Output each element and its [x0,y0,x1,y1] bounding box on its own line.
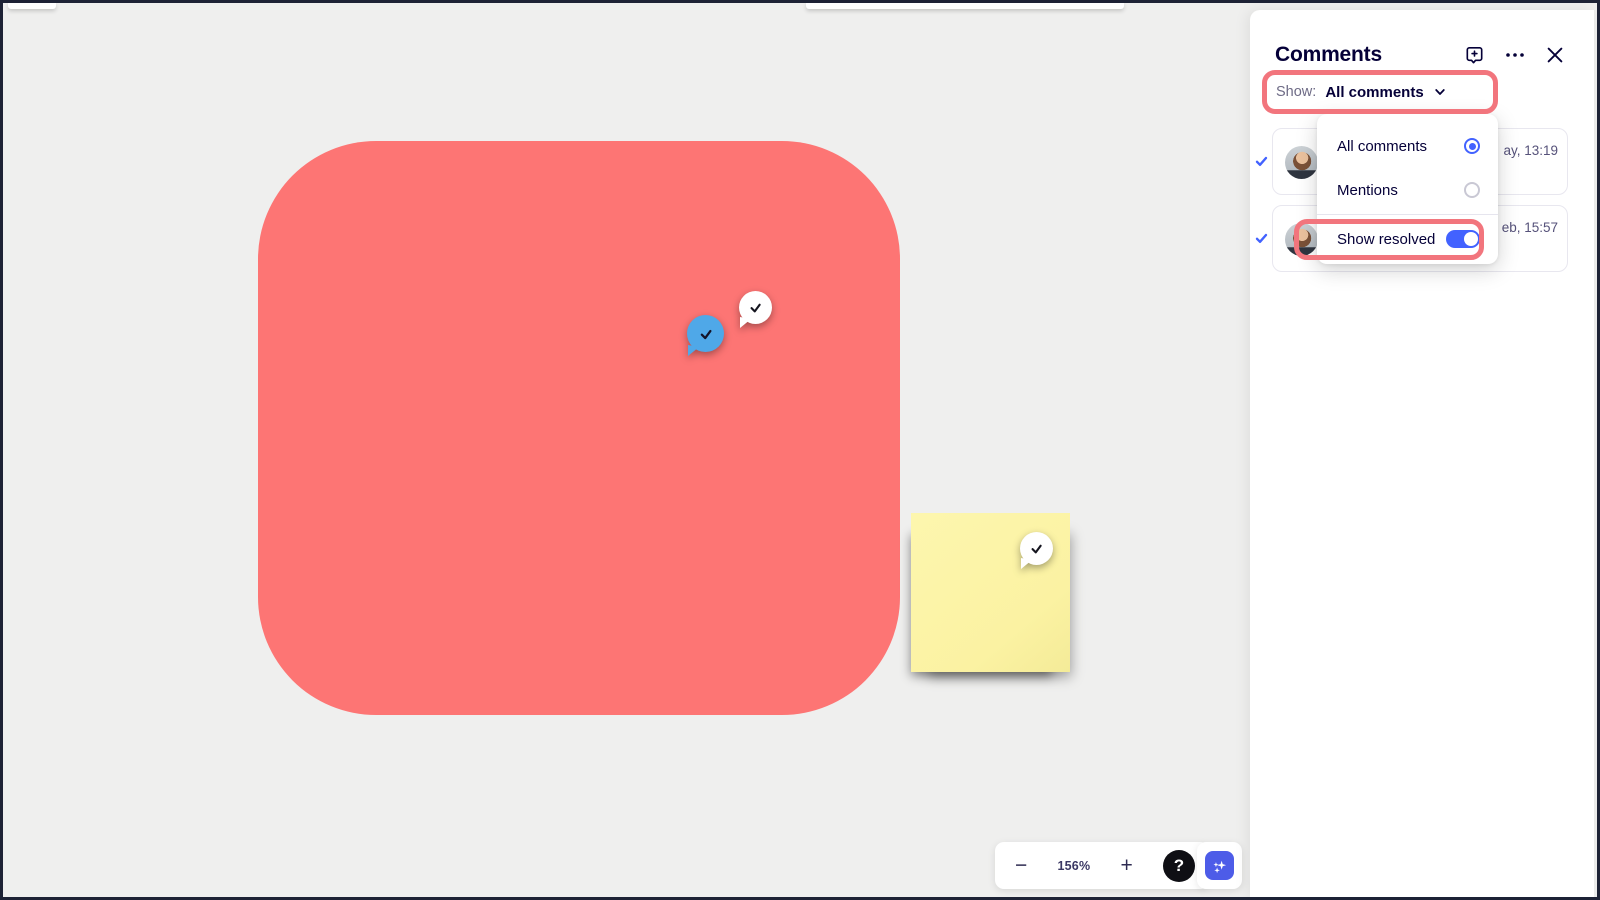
cropped-toolbar-edge-center [806,3,1124,9]
comment-marker-resolved-1[interactable] [739,291,772,324]
option-mentions[interactable]: Mentions [1317,168,1498,212]
check-icon [747,299,764,316]
more-options-button[interactable] [1503,43,1527,67]
avatar [1285,223,1318,256]
show-filter-dropdown-trigger[interactable]: Show: All comments [1262,70,1498,114]
shape-rounded-square[interactable] [258,141,900,715]
zoom-in-button[interactable]: + [1114,853,1138,878]
ai-button-card [1197,842,1242,889]
chevron-down-icon [1433,85,1447,99]
option-all-comments[interactable]: All comments [1317,124,1498,168]
board-canvas[interactable]: − 156% + ? Comments [3,3,1597,897]
avatar [1285,146,1318,179]
ellipsis-icon [1503,43,1527,67]
sparkles-icon [1211,855,1228,877]
show-resolved-toggle[interactable] [1446,230,1480,248]
radio-unselected-icon[interactable] [1464,182,1480,198]
resolved-check-icon [1255,232,1268,245]
comment-marker-active[interactable] [687,315,724,352]
close-panel-button[interactable] [1544,44,1566,66]
help-button[interactable]: ? [1163,850,1195,882]
option-label: All comments [1337,138,1427,155]
option-label: Mentions [1337,182,1398,199]
zoom-toolbar: − 156% + ? [995,842,1209,889]
close-icon [1544,44,1566,66]
add-comment-button[interactable] [1463,44,1486,67]
comments-panel: Comments [1250,10,1594,897]
zoom-level[interactable]: 156% [1057,859,1090,873]
add-comment-icon [1463,44,1486,67]
app-window: − 156% + ? Comments [0,0,1600,900]
comment-timestamp: ay, 13:19 [1503,143,1558,158]
check-icon [697,325,715,343]
radio-selected-icon[interactable] [1464,138,1480,154]
panel-title: Comments [1275,43,1463,67]
resolved-check-icon [1255,155,1268,168]
show-resolved-row[interactable]: Show resolved [1317,217,1498,261]
comment-marker-resolved-2[interactable] [1020,532,1053,565]
check-icon [1028,540,1045,557]
zoom-out-button[interactable]: − [1009,853,1033,878]
comments-panel-header: Comments [1275,40,1566,70]
menu-divider [1317,214,1498,215]
show-resolved-label: Show resolved [1337,231,1435,248]
comment-timestamp: eb, 15:57 [1502,220,1558,235]
ai-assistant-button[interactable] [1205,851,1234,880]
cropped-toolbar-edge-left [8,3,56,9]
filter-dropdown-menu: All comments Mentions Show resolved [1317,114,1498,264]
show-filter-label: Show: [1276,84,1316,100]
show-filter-value: All comments [1325,84,1423,101]
